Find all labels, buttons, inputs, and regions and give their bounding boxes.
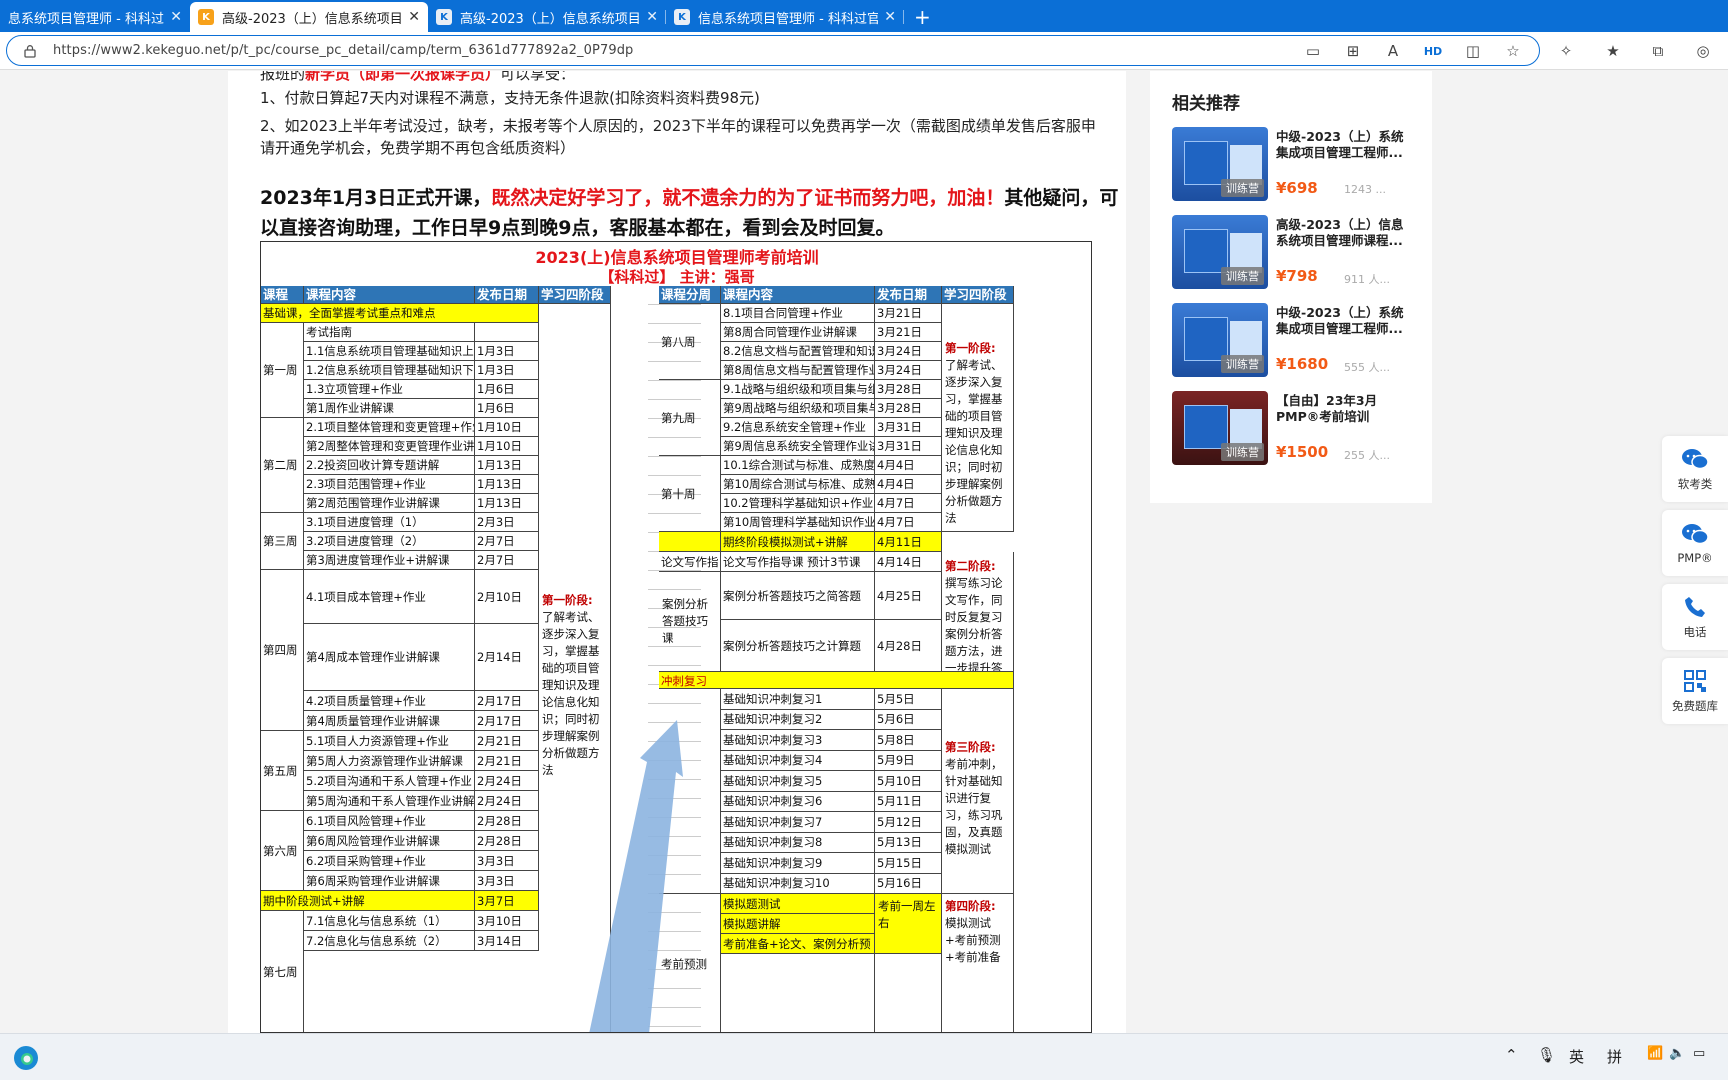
profile-icon[interactable]: ◎ bbox=[1693, 41, 1713, 61]
hd-icon[interactable]: HD bbox=[1423, 41, 1443, 61]
refund-rule-2: 2、如2023上半年考试没过，缺考，未报考等个人原因的，2023下半年的课程可以… bbox=[260, 117, 1096, 157]
start-date-text: 2023年1月3日正式开课， bbox=[260, 187, 492, 209]
refund-intro: 报班的新学员（即第一次报课学员）可以享受： bbox=[260, 71, 1110, 85]
tab-title: 高级-2023（上）信息系统项目管 bbox=[222, 11, 403, 27]
new-student-text: 新学员（即第一次报课学员） bbox=[305, 71, 501, 83]
tab-separator bbox=[903, 10, 904, 24]
course-start-notice: 2023年1月3日正式开课，既然决定好学习了，就不遗余力的为了证书而努力吧，加油… bbox=[260, 183, 1120, 243]
enroll-count: 1243 ... bbox=[1344, 183, 1386, 196]
float-button-2[interactable]: PMP® bbox=[1662, 510, 1728, 576]
float-button-label: 软考类 bbox=[1677, 477, 1713, 491]
course-name: 【自由】23年3月PMP®考前培训 bbox=[1276, 393, 1378, 424]
url-text: https://www2.kekeguo.net/p/t_pc/course_p… bbox=[53, 43, 634, 58]
new-tab-button[interactable]: + bbox=[904, 2, 941, 32]
float-button-label: 免费题库 bbox=[1672, 699, 1718, 713]
phone-icon bbox=[1681, 594, 1709, 620]
float-button-3[interactable]: 电话 bbox=[1662, 584, 1728, 650]
schedule-image: 2023(上)信息系统项目管理师考前培训 【科科过】 主讲：强哥 课程 课程内容发… bbox=[260, 241, 1092, 1033]
course-price: ¥1680 bbox=[1276, 355, 1329, 373]
ime-english[interactable]: 英 bbox=[1569, 1046, 1584, 1067]
qr-icon bbox=[1681, 668, 1709, 694]
tab-title: 信息系统项目管理师 - 科科过官网 bbox=[698, 11, 879, 27]
enroll-count: 911 人... bbox=[1344, 273, 1390, 286]
tab-2[interactable]: K 高级-2023（上）信息系统项目管 ✕ bbox=[190, 2, 428, 32]
course-price: ¥1500 bbox=[1276, 443, 1329, 461]
ime-pinyin[interactable]: 拼 bbox=[1607, 1046, 1622, 1067]
course-name: 中级-2023（上）系统集成项目管理工程师... bbox=[1276, 129, 1404, 160]
read-mode-icon[interactable]: ▭ bbox=[1303, 41, 1323, 61]
course-thumbnail: 训练营 bbox=[1172, 303, 1268, 377]
float-button-label: 电话 bbox=[1683, 625, 1707, 639]
favorite-star-icon[interactable]: ☆ bbox=[1503, 41, 1523, 61]
camp-badge: 训练营 bbox=[1221, 355, 1264, 373]
microphone-icon[interactable]: 🎙 bbox=[1537, 1046, 1556, 1064]
split-screen-icon[interactable]: ◫ bbox=[1463, 41, 1483, 61]
site-favicon-icon: K bbox=[198, 9, 214, 25]
tab-1[interactable]: 息系统项目管理师 - 科科过官网 ✕ bbox=[0, 2, 190, 32]
close-tab-icon[interactable]: ✕ bbox=[884, 9, 896, 25]
battery-icon[interactable]: ▭ bbox=[1693, 1046, 1705, 1061]
course-name: 中级-2023（上）系统集成项目管理工程师... bbox=[1276, 305, 1404, 336]
course-name: 高级-2023（上）信息系统项目管理师课程... bbox=[1276, 217, 1404, 248]
page-viewport: 报班的新学员（即第一次报课学员）可以享受： 1、付款日算起7天内对课程不满意，支… bbox=[0, 71, 1728, 1033]
tab-3[interactable]: K 高级-2023（上）信息系统项目管 ✕ bbox=[428, 2, 666, 32]
chat-icon bbox=[1681, 521, 1709, 547]
volume-icon[interactable]: 🔈 bbox=[1669, 1046, 1685, 1061]
enroll-count: 555 人... bbox=[1344, 361, 1390, 374]
related-recommendations: 相关推荐 训练营 中级-2023（上）系统集成项目管理工程师... ¥698 1243… bbox=[1150, 71, 1432, 503]
tab-4[interactable]: K 信息系统项目管理师 - 科科过官网 ✕ bbox=[666, 2, 904, 32]
float-button-4[interactable]: 免费题库 bbox=[1662, 658, 1728, 724]
recommendation-card[interactable]: 训练营 高级-2023（上）信息系统项目管理师课程... ¥798 911 人... bbox=[1172, 215, 1422, 289]
float-button-1[interactable]: 软考类 bbox=[1662, 436, 1728, 502]
course-thumbnail: 训练营 bbox=[1172, 127, 1268, 201]
edge-browser-icon[interactable] bbox=[12, 1044, 40, 1072]
wifi-icon[interactable]: 📶 bbox=[1647, 1046, 1663, 1061]
lock-icon bbox=[24, 44, 36, 58]
apps-icon[interactable]: ⊞ bbox=[1343, 41, 1363, 61]
float-button-label: PMP® bbox=[1677, 551, 1713, 565]
motivation-text: 既然决定好学习了，就不遗余力的为了证书而努力吧，加油！ bbox=[491, 187, 1005, 209]
tab-title: 高级-2023（上）信息系统项目管 bbox=[460, 11, 641, 27]
recommendation-card[interactable]: 训练营 中级-2023（上）系统集成项目管理工程师... ¥698 1243 ... bbox=[1172, 127, 1422, 201]
course-thumbnail: 训练营 bbox=[1172, 215, 1268, 289]
camp-badge: 训练营 bbox=[1221, 267, 1264, 285]
taskbar: ⌃ 🎙 英 拼 📶 🔈 ▭ bbox=[0, 1033, 1728, 1080]
course-price: ¥698 bbox=[1276, 179, 1318, 197]
refund-rule-1: 1、付款日算起7天内对课程不满意，支持无条件退款(扣除资料资料费98元) bbox=[260, 89, 760, 107]
camp-badge: 训练营 bbox=[1221, 179, 1264, 197]
close-tab-icon[interactable]: ✕ bbox=[408, 9, 420, 25]
favorites-icon[interactable]: ★ bbox=[1603, 41, 1623, 61]
sidebar-title: 相关推荐 bbox=[1172, 94, 1240, 114]
course-price: ¥798 bbox=[1276, 267, 1318, 285]
tab-bar: 息系统项目管理师 - 科科过官网 ✕ K 高级-2023（上）信息系统项目管 ✕ K 高级-… bbox=[0, 0, 1728, 32]
close-tab-icon[interactable]: ✕ bbox=[170, 9, 182, 25]
intro-text: 报班的 bbox=[260, 71, 306, 83]
chevron-up-icon[interactable]: ⌃ bbox=[1505, 1046, 1518, 1064]
chat-icon bbox=[1681, 446, 1709, 472]
site-favicon-icon: K bbox=[674, 9, 690, 25]
site-favicon-icon: K bbox=[436, 9, 452, 25]
camp-badge: 训练营 bbox=[1221, 443, 1264, 461]
recommendation-card[interactable]: 训练营 中级-2023（上）系统集成项目管理工程师... ¥1680 555 人... bbox=[1172, 303, 1422, 377]
read-aloud-icon[interactable]: A bbox=[1383, 41, 1403, 61]
arrow-icon bbox=[589, 720, 683, 1032]
course-detail-content: 报班的新学员（即第一次报课学员）可以享受： 1、付款日算起7天内对课程不满意，支… bbox=[228, 71, 1126, 1033]
close-tab-icon[interactable]: ✕ bbox=[646, 9, 658, 25]
recommendation-card[interactable]: 训练营 【自由】23年3月PMP®考前培训 ¥1500 255 人... bbox=[1172, 391, 1422, 465]
course-thumbnail: 训练营 bbox=[1172, 391, 1268, 465]
intro-suffix: 可以享受： bbox=[500, 71, 576, 83]
collections-icon[interactable]: ⧉ bbox=[1648, 41, 1668, 61]
extensions-icon[interactable]: ✧ bbox=[1556, 41, 1576, 61]
enroll-count: 255 人... bbox=[1344, 449, 1390, 462]
tab-title: 息系统项目管理师 - 科科过官网 bbox=[8, 11, 164, 27]
